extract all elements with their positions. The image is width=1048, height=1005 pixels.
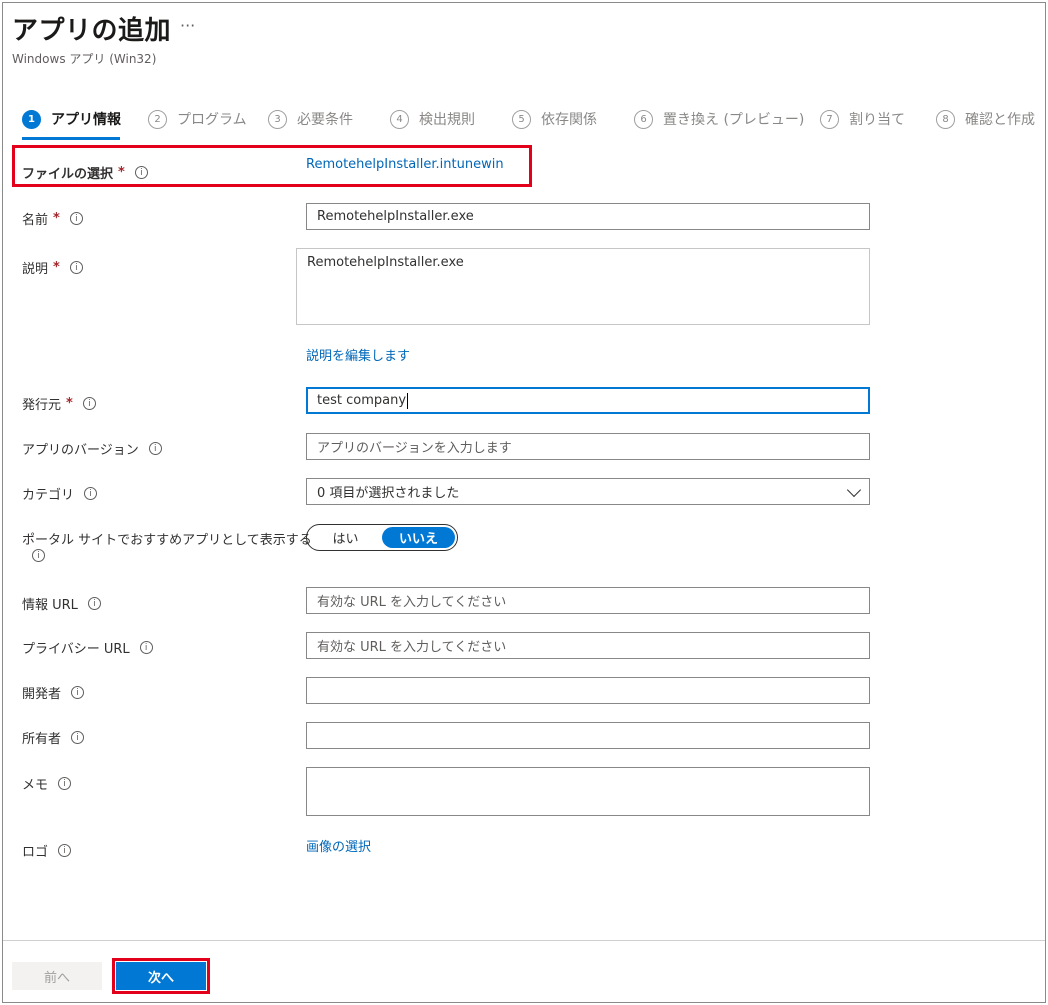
edit-description-link[interactable]: 説明を編集します xyxy=(306,345,410,364)
step-detection-rules[interactable]: 4 検出規則 xyxy=(390,108,475,130)
info-icon[interactable]: i xyxy=(58,777,72,790)
category-label: カテゴリ i xyxy=(22,484,98,503)
category-dropdown[interactable]: 0 項目が選択されました xyxy=(306,478,870,505)
info-icon[interactable]: i xyxy=(87,597,101,610)
step-program[interactable]: 2 プログラム xyxy=(148,108,247,130)
step-label: 必要条件 xyxy=(297,112,353,128)
active-step-indicator xyxy=(22,137,120,140)
info-icon[interactable]: i xyxy=(69,261,83,274)
description-label: 説明 * i xyxy=(22,258,83,277)
notes-label: メモ i xyxy=(22,774,72,793)
featured-toggle[interactable]: はい いいえ xyxy=(306,524,458,551)
toggle-yes-option[interactable]: はい xyxy=(309,527,382,548)
name-input[interactable]: RemotehelpInstaller.exe xyxy=(306,203,870,230)
previous-button[interactable]: 前へ xyxy=(12,962,102,990)
step-assignments[interactable]: 7 割り当て xyxy=(820,108,905,130)
info-url-label: 情報 URL i xyxy=(22,594,101,613)
app-version-label: アプリのバージョン i xyxy=(22,439,162,458)
info-icon[interactable]: i xyxy=(69,212,83,225)
wizard-steps: 1 アプリ情報 2 プログラム 3 必要条件 4 検出規則 5 依存関係 6 置… xyxy=(22,108,1048,138)
app-version-input[interactable]: アプリのバージョンを入力します xyxy=(306,433,870,460)
step-label: 置き換え (プレビュー) xyxy=(663,112,805,128)
toggle-no-option[interactable]: いいえ xyxy=(382,527,455,548)
publisher-input[interactable]: test company xyxy=(306,387,870,414)
info-icon[interactable]: i xyxy=(58,844,72,857)
info-icon[interactable]: i xyxy=(32,549,45,562)
footer-divider xyxy=(3,940,1045,941)
name-label: 名前 * i xyxy=(22,209,83,228)
next-button[interactable]: 次へ xyxy=(116,962,206,990)
required-mark: * xyxy=(118,165,125,180)
select-image-link[interactable]: 画像の選択 xyxy=(306,836,371,855)
info-icon[interactable]: i xyxy=(134,166,148,179)
step-number-icon: 7 xyxy=(820,109,839,129)
step-label: プログラム xyxy=(177,112,247,128)
info-icon[interactable]: i xyxy=(82,397,96,410)
developer-label: 開発者 i xyxy=(22,683,85,702)
required-mark: * xyxy=(53,211,60,226)
info-icon[interactable]: i xyxy=(84,487,98,500)
step-number-icon: 4 xyxy=(390,109,409,129)
page-title: アプリの追加 xyxy=(12,16,172,46)
owner-label: 所有者 i xyxy=(22,728,85,747)
description-textarea[interactable]: RemotehelpInstaller.exe xyxy=(296,248,870,325)
step-number-icon: 3 xyxy=(268,109,287,129)
notes-textarea[interactable] xyxy=(306,767,870,816)
file-select-link[interactable]: RemotehelpInstaller.intunewin xyxy=(306,157,504,172)
step-number-icon: 5 xyxy=(512,109,531,129)
publisher-label: 発行元 * i xyxy=(22,394,96,413)
required-mark: * xyxy=(66,396,73,411)
info-icon[interactable]: i xyxy=(148,442,162,455)
logo-label: ロゴ i xyxy=(22,841,72,860)
featured-label: ポータル サイトでおすすめアプリとして表示する xyxy=(22,533,312,548)
step-requirements[interactable]: 3 必要条件 xyxy=(268,108,353,130)
page-subtitle: Windows アプリ (Win32) xyxy=(12,52,157,66)
step-review-create[interactable]: 8 確認と作成 xyxy=(936,108,1035,130)
chevron-down-icon xyxy=(846,482,862,498)
step-label: 依存関係 xyxy=(541,112,597,128)
step-label: 検出規則 xyxy=(419,112,475,128)
info-icon[interactable]: i xyxy=(71,686,85,699)
step-dependencies[interactable]: 5 依存関係 xyxy=(512,108,597,130)
more-options-button[interactable]: ··· xyxy=(180,16,195,35)
privacy-url-input[interactable]: 有効な URL を入力してください xyxy=(306,632,870,659)
developer-input[interactable] xyxy=(306,677,870,704)
text-cursor xyxy=(407,392,409,409)
step-label: 確認と作成 xyxy=(965,112,1035,128)
info-icon[interactable]: i xyxy=(139,641,153,654)
step-number-icon: 6 xyxy=(634,109,653,129)
owner-input[interactable] xyxy=(306,722,870,749)
required-mark: * xyxy=(53,260,60,275)
info-url-input[interactable]: 有効な URL を入力してください xyxy=(306,587,870,614)
step-app-info[interactable]: 1 アプリ情報 xyxy=(22,108,121,130)
info-icon[interactable]: i xyxy=(71,731,85,744)
step-supersedence[interactable]: 6 置き換え (プレビュー) xyxy=(634,108,804,130)
step-label: 割り当て xyxy=(849,112,905,128)
privacy-url-label: プライバシー URL i xyxy=(22,638,153,657)
step-number-icon: 2 xyxy=(148,109,167,129)
step-label: アプリ情報 xyxy=(51,112,121,128)
file-select-label: ファイルの選択 * i xyxy=(22,163,148,182)
step-number-icon: 1 xyxy=(22,109,41,129)
step-number-icon: 8 xyxy=(936,109,955,129)
